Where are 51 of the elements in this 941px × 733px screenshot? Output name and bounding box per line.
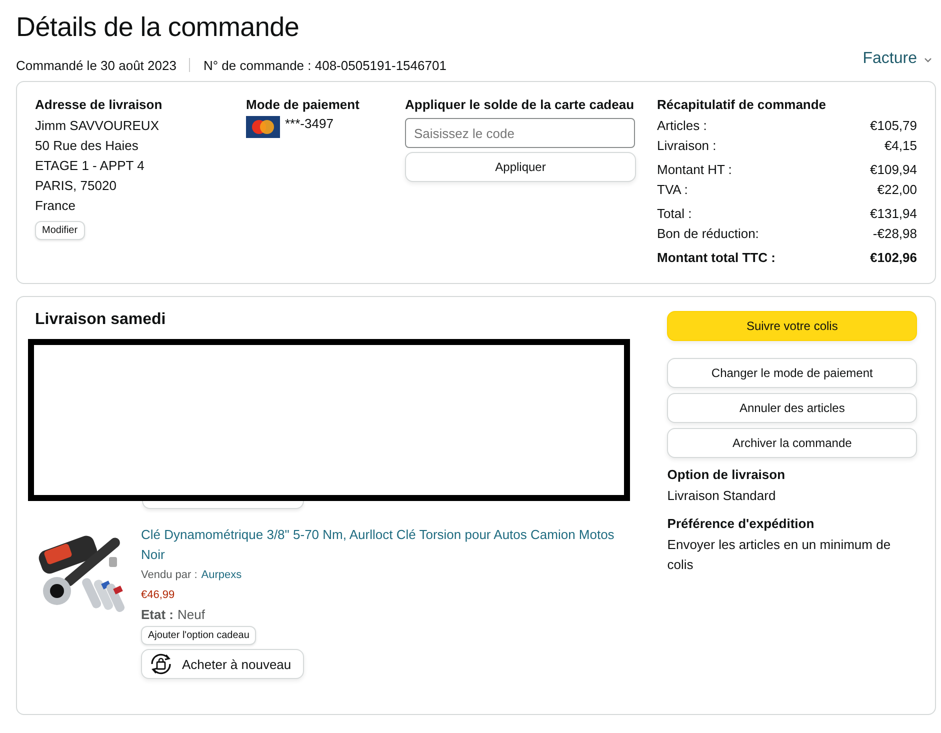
code-field[interactable]: Saisissez le code <box>405 118 635 148</box>
summary-label: Montant HT : <box>657 161 732 179</box>
modify-button[interactable]: Modifier <box>35 221 85 240</box>
section-heading: Mode de paiement <box>246 97 360 112</box>
track-package-button[interactable]: Suivre votre colis <box>667 311 917 341</box>
gift-option-button[interactable]: Ajouter l'option cadeau <box>141 626 256 645</box>
address-line: France <box>35 197 76 215</box>
summary-value: €102,96 <box>870 249 917 267</box>
address-line: 50 Rue des Haies <box>35 137 140 155</box>
section-heading: Récapitulatif de commande <box>657 97 828 112</box>
address-line: PARIS, 75020 <box>35 177 118 195</box>
page-title: Détails de la commande <box>16 12 300 43</box>
product-price: €46,99 <box>141 588 175 603</box>
summary-label: Total : <box>657 205 692 223</box>
summary-label: Montant total TTC : <box>657 249 776 267</box>
shipment-heading: Livraison samedi <box>35 311 167 329</box>
action-button[interactable]: Archiver la commande <box>667 428 917 458</box>
info-text: Envoyer les articles en un minimum de colis <box>667 536 892 574</box>
summary-value: -€28,98 <box>872 225 917 243</box>
summary-label: Articles : <box>657 117 707 135</box>
product-link[interactable]: Clé Dynamométrique 3/8" 5-70 Nm, Aurlloct Clé Torsion pour Autos Camion Motos Noir <box>141 525 641 565</box>
seller-label: Vendu par : <box>141 569 198 581</box>
chevron-down-icon <box>924 57 932 63</box>
summary-value: €109,94 <box>870 161 917 179</box>
order-number: N° de commande : 408-0505191-1546701 <box>203 58 446 72</box>
apply-button[interactable]: Appliquer <box>405 152 636 182</box>
address-line: Jimm SAVVOUREUX <box>35 117 160 135</box>
order-date: Commandé le 30 août 2023 <box>16 58 176 72</box>
summary-value: €105,79 <box>870 117 917 135</box>
card-number: ***-3497 <box>285 116 334 131</box>
summary-label: TVA : <box>657 181 688 199</box>
info-heading: Préférence d'expédition <box>667 516 816 531</box>
summary-value: €131,94 <box>870 205 917 223</box>
invoice-link[interactable]: Facture <box>862 50 917 68</box>
condition-label: Etat : <box>141 607 174 622</box>
condition-value: Neuf <box>178 607 205 622</box>
section-heading: Adresse de livraison <box>35 97 164 112</box>
summary-label: Livraison : <box>657 137 716 155</box>
summary-value: €4,15 <box>884 137 917 155</box>
summary-value: €22,00 <box>877 181 917 199</box>
section-heading: Appliquer le solde de la carte cadeau <box>405 97 636 112</box>
reorder-icon <box>148 651 174 677</box>
seller-link[interactable]: Aurpexs <box>201 569 242 581</box>
address-line: ETAGE 1 - APPT 4 <box>35 157 146 175</box>
buy-again-button[interactable]: Acheter à nouveau <box>141 649 304 679</box>
card-icon <box>246 116 280 138</box>
info-heading: Option de livraison <box>667 467 786 482</box>
summary-label: Bon de réduction: <box>657 225 759 243</box>
action-button[interactable]: Annuler des articles <box>667 393 917 423</box>
info-text: Livraison Standard <box>667 487 777 505</box>
action-button[interactable]: Changer le mode de paiement <box>667 358 917 388</box>
